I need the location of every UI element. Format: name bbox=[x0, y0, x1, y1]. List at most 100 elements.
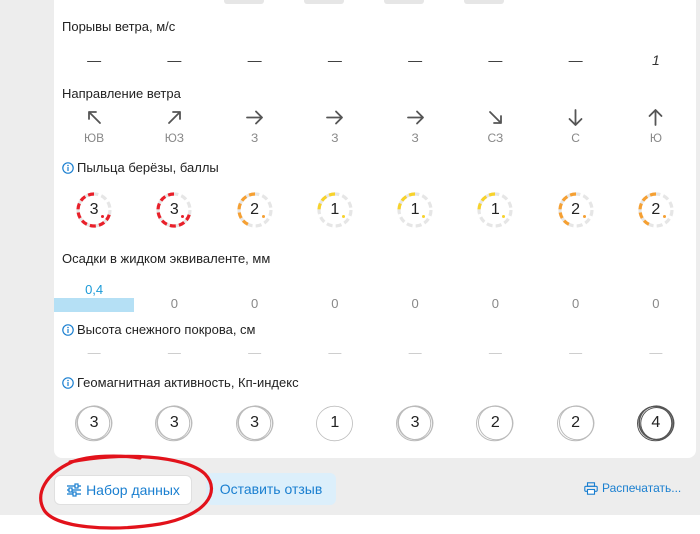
pollen-dot bbox=[341, 215, 345, 218]
kp-badge: 2 bbox=[475, 403, 515, 443]
snow-cover-cell: — bbox=[455, 344, 535, 362]
pollen-gauge: 2 bbox=[235, 190, 275, 230]
pollen-cell: 1 bbox=[375, 190, 455, 230]
wind-direction-cell: СЗ bbox=[455, 108, 535, 145]
pollen-dot bbox=[261, 215, 265, 218]
snow-cover-cell: — bbox=[295, 344, 375, 362]
kp-badge: 2 bbox=[556, 403, 596, 443]
precipitation-cell: 0 bbox=[375, 295, 455, 313]
pollen-gauge: 2 bbox=[556, 190, 596, 230]
wind-gust-value: — bbox=[167, 52, 182, 68]
precipitation-value: 0 bbox=[652, 296, 660, 311]
pollen-cell: 3 bbox=[134, 190, 214, 230]
precipitation-cell: 0 bbox=[455, 295, 535, 313]
kp-badge: 3 bbox=[235, 403, 275, 443]
printer-icon bbox=[584, 481, 598, 495]
kp-badge: 4 bbox=[636, 403, 676, 443]
dataset-button-label: Набор данных bbox=[86, 482, 180, 498]
snow-cover-cell: — bbox=[134, 344, 214, 362]
arrow-down-icon bbox=[568, 109, 583, 126]
snow-cover-value: — bbox=[488, 345, 502, 360]
precipitation-value: 0 bbox=[331, 296, 339, 311]
info-icon[interactable] bbox=[62, 376, 74, 389]
precipitation-title: Осадки в жидком эквиваленте, мм bbox=[62, 251, 271, 266]
pollen-value: 2 bbox=[651, 201, 661, 218]
arrow-right-icon bbox=[246, 110, 264, 125]
pollen-value: 2 bbox=[250, 201, 260, 218]
feedback-button[interactable]: Оставить отзыв bbox=[206, 473, 336, 505]
kp-cell: 1 bbox=[295, 403, 375, 443]
info-icon[interactable] bbox=[62, 323, 74, 336]
wind-gust-cell: — bbox=[536, 49, 616, 71]
kp-value: 4 bbox=[651, 414, 661, 431]
wind-direction-label: СЗ bbox=[487, 131, 504, 145]
pollen-cell: 1 bbox=[455, 190, 535, 230]
wind-gust-value: — bbox=[87, 52, 102, 68]
pollen-cell: 2 bbox=[616, 190, 696, 230]
wind-direction-label: ЮЗ bbox=[164, 131, 185, 145]
precipitation-value: 0 bbox=[170, 296, 178, 311]
pollen-value: 1 bbox=[330, 201, 340, 218]
precipitation-row: 0,4 0 0 0 0 0 0 0 bbox=[54, 282, 696, 312]
precipitation-value: 0 bbox=[251, 296, 259, 311]
pollen-cell: 1 bbox=[295, 190, 375, 230]
previous-row-stub bbox=[224, 0, 264, 4]
kp-cell: 4 bbox=[616, 403, 696, 443]
wind-direction-label: З bbox=[411, 131, 419, 145]
wind-gust-cell: 1 bbox=[616, 49, 696, 71]
kp-cell: 3 bbox=[215, 403, 295, 443]
precipitation-cell: 0 bbox=[616, 295, 696, 313]
kp-value: 3 bbox=[250, 414, 260, 431]
kp-cell: 2 bbox=[455, 403, 535, 443]
geomagnetic-title: Геомагнитная активность, Кп-индекс bbox=[62, 375, 299, 390]
snow-cover-title: Высота снежного покрова, см bbox=[62, 322, 256, 337]
previous-row-stub bbox=[384, 0, 424, 4]
birch-pollen-row: 3 3 2 1 1 1 2 2 bbox=[54, 190, 696, 232]
arrow-down-right-icon bbox=[488, 111, 502, 124]
pollen-gauge: 1 bbox=[395, 190, 435, 230]
wind-direction-label: З bbox=[251, 131, 259, 145]
wind-gusts-title: Порывы ветра, м/с bbox=[62, 19, 176, 34]
wind-gust-value: — bbox=[568, 52, 583, 68]
filter-sliders-icon bbox=[67, 483, 82, 497]
snow-cover-value: — bbox=[649, 345, 663, 360]
wind-gust-cell: — bbox=[215, 49, 295, 71]
info-icon[interactable] bbox=[62, 161, 74, 174]
pollen-cell: 2 bbox=[536, 190, 616, 230]
wind-gust-value: — bbox=[247, 52, 262, 68]
wind-gust-value: 1 bbox=[651, 52, 660, 68]
precipitation-value: 0 bbox=[491, 296, 499, 311]
birch-pollen-title: Пыльца берёзы, баллы bbox=[62, 160, 219, 175]
pollen-cell: 2 bbox=[215, 190, 295, 230]
wind-direction-cell: Ю bbox=[616, 108, 696, 145]
kp-value: 3 bbox=[89, 414, 99, 431]
snow-cover-cell: — bbox=[536, 344, 616, 362]
geomagnetic-row: 3 3 3 1 3 2 2 4 bbox=[54, 403, 696, 445]
arrow-up-icon bbox=[648, 109, 663, 126]
wind-direction-cell: С bbox=[536, 108, 616, 145]
print-link[interactable]: Распечатать... bbox=[584, 481, 681, 495]
precipitation-value: 0,4 bbox=[85, 282, 104, 297]
kp-cell: 3 bbox=[54, 403, 134, 443]
feedback-button-label: Оставить отзыв bbox=[219, 481, 323, 497]
wind-gust-cell: — bbox=[54, 49, 134, 71]
precipitation-cell: 0,4 bbox=[54, 281, 134, 299]
precipitation-cell: 0 bbox=[215, 295, 295, 313]
wind-direction-label: Ю bbox=[649, 131, 662, 145]
wind-gust-cell: — bbox=[455, 49, 535, 71]
dataset-button[interactable]: Набор данных bbox=[54, 475, 192, 505]
wind-direction-row: ЮВ ЮЗ З З З СЗ С Ю bbox=[54, 108, 696, 154]
pollen-value: 3 bbox=[89, 201, 99, 218]
wind-direction-cell: З bbox=[295, 108, 375, 145]
arrow-up-right-icon bbox=[167, 111, 181, 124]
wind-gust-cell: — bbox=[375, 49, 455, 71]
kp-value: 2 bbox=[571, 414, 581, 431]
snow-cover-cell: — bbox=[375, 344, 455, 362]
snow-cover-value: — bbox=[248, 345, 262, 360]
arrow-right-icon bbox=[326, 110, 344, 125]
snow-cover-value: — bbox=[167, 345, 181, 360]
wind-gust-value: — bbox=[488, 52, 503, 68]
kp-badge: 3 bbox=[74, 403, 114, 443]
kp-value: 2 bbox=[490, 414, 500, 431]
kp-value: 3 bbox=[410, 414, 420, 431]
